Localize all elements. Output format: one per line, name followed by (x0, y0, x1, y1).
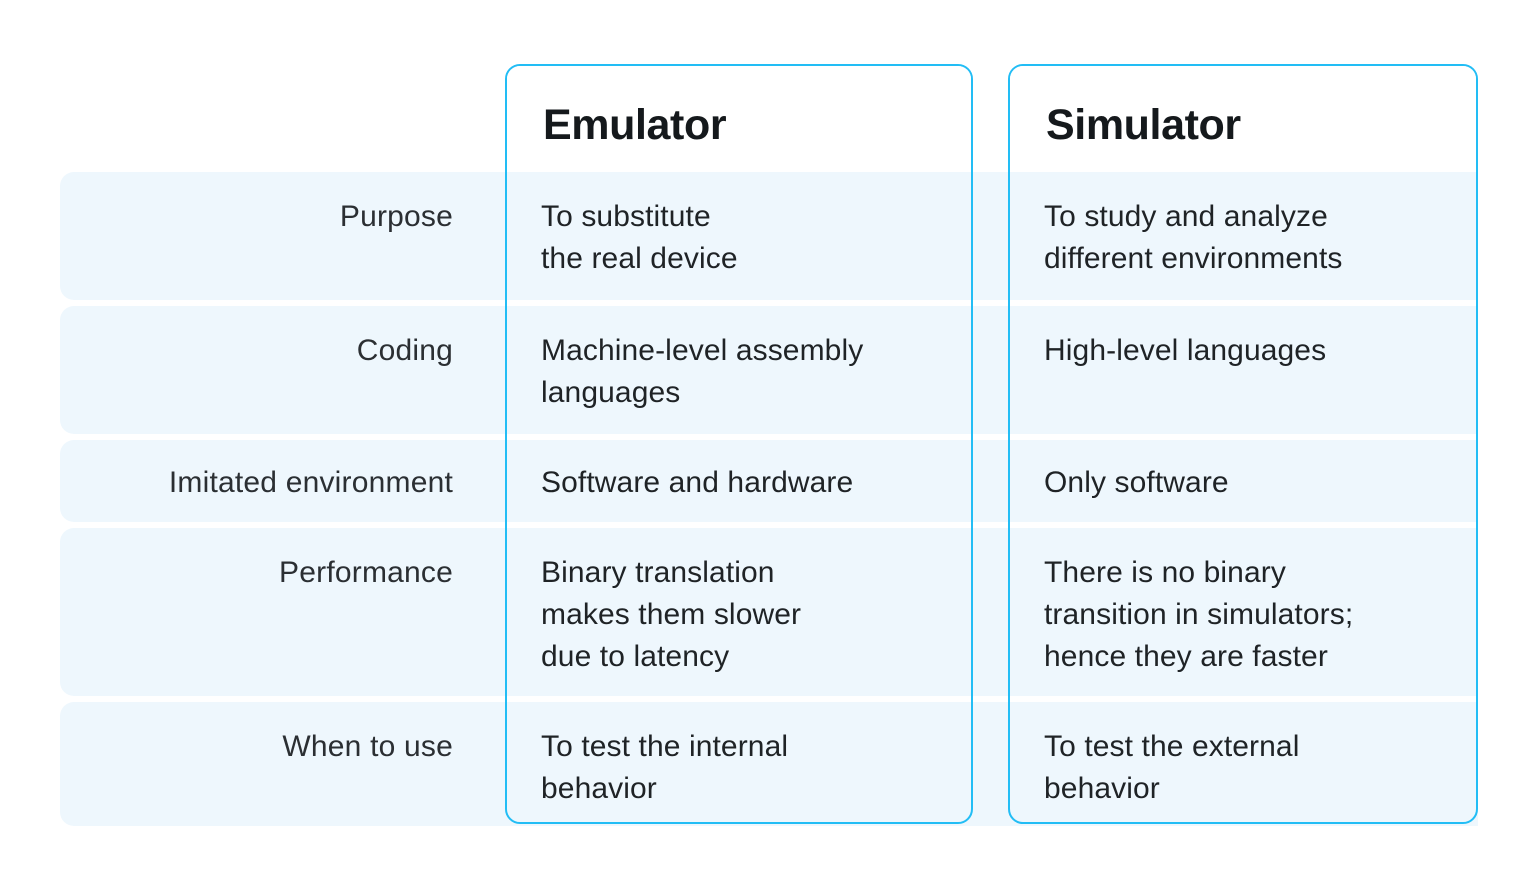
cell-line: There is no binary (1044, 556, 1286, 589)
cell-line: behavior (541, 772, 657, 805)
cell-simulator-coding: High-level languages (1044, 330, 1464, 372)
cell-line: behavior (1044, 772, 1160, 805)
cell-line: To test the external (1044, 730, 1300, 763)
cell-simulator-purpose: To study and analyze different environme… (1044, 196, 1464, 280)
cell-line: makes them slower (541, 598, 802, 631)
cell-emulator-when-to-use: To test the internal behavior (541, 726, 961, 810)
cell-line: the real device (541, 242, 738, 275)
cell-emulator-imitated-environment: Software and hardware (541, 462, 961, 504)
cell-line: High-level languages (1044, 334, 1327, 367)
comparison-figure: Emulator Simulator Purpose Coding Imitat… (0, 0, 1536, 892)
row-label-when-to-use: When to use (282, 730, 453, 763)
row-label-coding: Coding (356, 334, 453, 367)
cell-simulator-imitated-environment: Only software (1044, 462, 1464, 504)
cell-line: To substitute (541, 200, 711, 233)
row-label-imitated-environment: Imitated environment (168, 466, 453, 499)
cell-line: Binary translation (541, 556, 775, 589)
cell-emulator-purpose: To substitute the real device (541, 196, 961, 280)
row-label-performance: Performance (279, 556, 453, 589)
cell-line: due to latency (541, 640, 730, 673)
cell-line: different environments (1044, 242, 1343, 275)
cell-emulator-performance: Binary translation makes them slower due… (541, 552, 961, 678)
cell-line: languages (541, 376, 681, 409)
cell-emulator-coding: Machine-level assembly languages (541, 330, 961, 414)
row-label-purpose: Purpose (339, 200, 453, 233)
cell-line: Machine-level assembly (541, 334, 864, 367)
cell-line: To test the internal (541, 730, 789, 763)
cell-line: Only software (1044, 466, 1229, 499)
cell-line: hence they are faster (1044, 640, 1328, 673)
cell-simulator-when-to-use: To test the external behavior (1044, 726, 1464, 810)
cell-line: Software and hardware (541, 466, 854, 499)
cell-simulator-performance: There is no binary transition in simulat… (1044, 552, 1464, 678)
cell-line: To study and analyze (1044, 200, 1328, 233)
cell-line: transition in simulators; (1044, 598, 1354, 631)
